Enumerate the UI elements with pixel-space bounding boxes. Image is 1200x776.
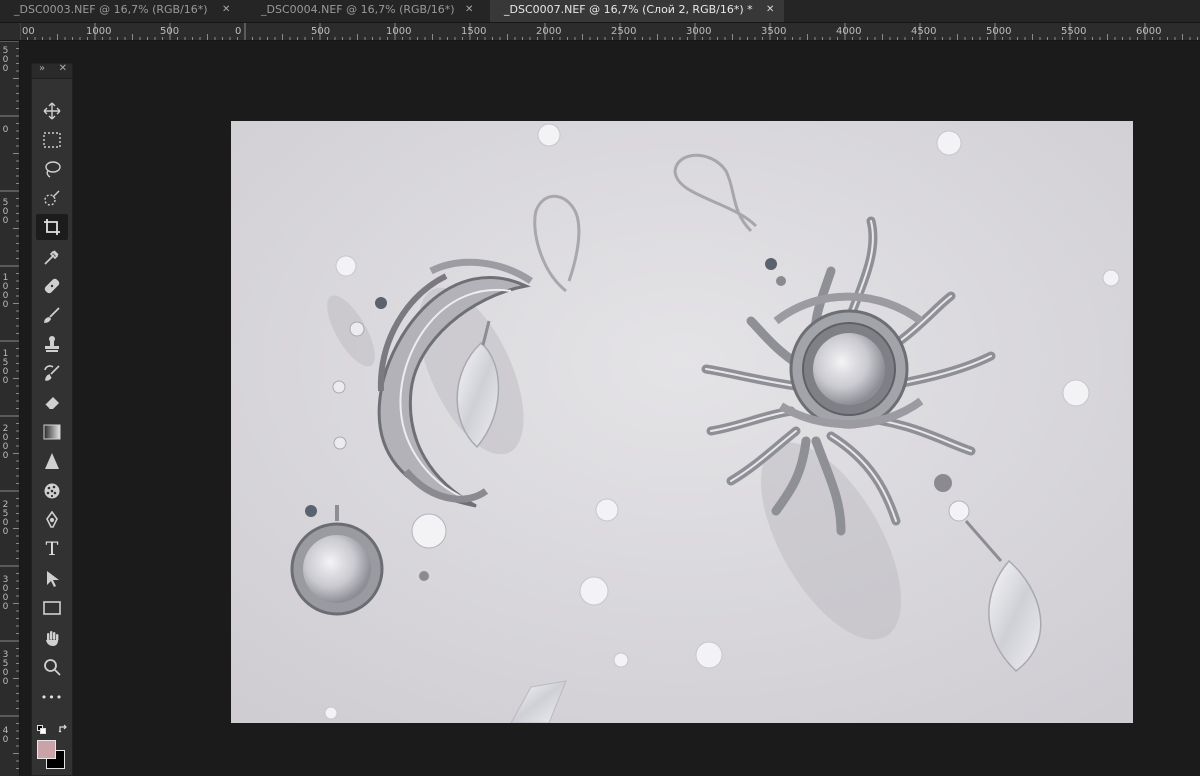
tab-title: _DSC0007.NEF @ 16,7% (Слой 2, RGB/16*) * [504, 3, 753, 16]
quick-selection-tool-icon[interactable] [36, 185, 68, 211]
document-tab-dsc0007[interactable]: _DSC0007.NEF @ 16,7% (Слой 2, RGB/16*) *… [490, 0, 784, 22]
document-tab-dsc0004[interactable]: _DSC0004.NEF @ 16,7% (RGB/16*) ✕ [247, 0, 487, 22]
move-tool-icon[interactable] [36, 98, 68, 124]
type-tool-icon[interactable]: T [36, 536, 68, 562]
zoom-tool-icon[interactable] [36, 654, 68, 680]
ruler-origin[interactable] [0, 23, 21, 40]
tab-title: _DSC0003.NEF @ 16,7% (RGB/16*) [14, 3, 208, 16]
tools-panel: » ✕ T ••• [31, 63, 73, 776]
rectangle-tool-icon[interactable] [36, 595, 68, 621]
ruler-label: 3500 [761, 26, 787, 37]
eyedropper-tool-icon[interactable] [36, 244, 68, 270]
ruler-label: 5000 [986, 26, 1012, 37]
ruler-label: 2000 [536, 26, 562, 37]
ruler-label: 0 [235, 26, 242, 37]
document-tab-dsc0003[interactable]: _DSC0003.NEF @ 16,7% (RGB/16*) ✕ [0, 0, 244, 22]
crop-tool-icon[interactable] [36, 214, 68, 240]
default-colors-icon[interactable] [37, 719, 46, 734]
ruler-label: 2500 [2, 500, 9, 537]
brush-tool-icon[interactable] [36, 302, 68, 328]
ruler-label: 3500 [2, 650, 9, 687]
ruler-label: 1000 [86, 26, 112, 37]
close-panel-icon[interactable]: ✕ [59, 63, 67, 74]
ruler-label: 40 [2, 726, 9, 745]
sponge-tool-icon[interactable] [36, 478, 68, 504]
ruler-label: 4500 [911, 26, 937, 37]
ruler-label: 1500 [2, 349, 9, 386]
ruler-label: 500 [2, 198, 9, 226]
document-image[interactable] [231, 121, 1133, 723]
type-tool-glyph: T [45, 538, 59, 560]
ruler-label: 4000 [836, 26, 862, 37]
sharpen-tool-icon[interactable] [36, 448, 68, 474]
collapse-panel-icon[interactable]: » [39, 63, 45, 74]
close-tab-icon[interactable]: ✕ [465, 0, 473, 20]
history-brush-tool-icon[interactable] [36, 360, 68, 386]
ruler-label: 6000 [1136, 26, 1162, 37]
eraser-tool-icon[interactable] [36, 389, 68, 415]
lasso-tool-icon[interactable] [36, 156, 68, 182]
more-tools-icon[interactable]: ••• [36, 684, 68, 710]
ruler-label: 0 [2, 125, 9, 135]
ruler-label: 3000 [686, 26, 712, 37]
tools-panel-header[interactable]: » ✕ [32, 63, 72, 79]
ruler-label: 500 [2, 46, 9, 74]
hand-tool-icon[interactable] [36, 625, 68, 651]
ruler-label: 1000 [2, 273, 9, 310]
vertical-ruler[interactable]: 500 0 500 1000 1500 2000 2500 3000 3500 … [0, 41, 20, 776]
ruler-label: 500 [160, 26, 180, 37]
ruler-label: 500 [311, 26, 331, 37]
earrings-photo [231, 121, 1133, 723]
ruler-label: 1500 [461, 26, 487, 37]
marquee-tool-icon[interactable] [36, 127, 68, 153]
foreground-color-swatch[interactable] [37, 740, 56, 759]
document-tab-bar: _DSC0003.NEF @ 16,7% (RGB/16*) ✕ _DSC000… [0, 0, 1200, 23]
ruler-label: 1000 [386, 26, 412, 37]
ruler-label: 5500 [1061, 26, 1087, 37]
ruler-label: 3000 [2, 575, 9, 612]
clone-stamp-tool-icon[interactable] [36, 331, 68, 357]
close-tab-icon[interactable]: ✕ [222, 0, 230, 20]
ruler-label: 2500 [611, 26, 637, 37]
ruler-ticks [19, 23, 1198, 40]
ruler-label: 2000 [2, 424, 9, 461]
path-selection-tool-icon[interactable] [36, 566, 68, 592]
tab-title: _DSC0004.NEF @ 16,7% (RGB/16*) [261, 3, 455, 16]
pen-tool-icon[interactable] [36, 507, 68, 533]
close-tab-icon[interactable]: ✕ [766, 0, 774, 20]
horizontal-ruler[interactable]: 00 1000 500 0 500 1000 1500 2000 2500 30… [0, 23, 1200, 41]
healing-brush-tool-icon[interactable] [36, 273, 68, 299]
ruler-label: 00 [22, 26, 35, 37]
gradient-tool-icon[interactable] [36, 419, 68, 445]
swap-colors-icon[interactable] [58, 719, 68, 733]
more-tools-glyph: ••• [40, 690, 64, 704]
